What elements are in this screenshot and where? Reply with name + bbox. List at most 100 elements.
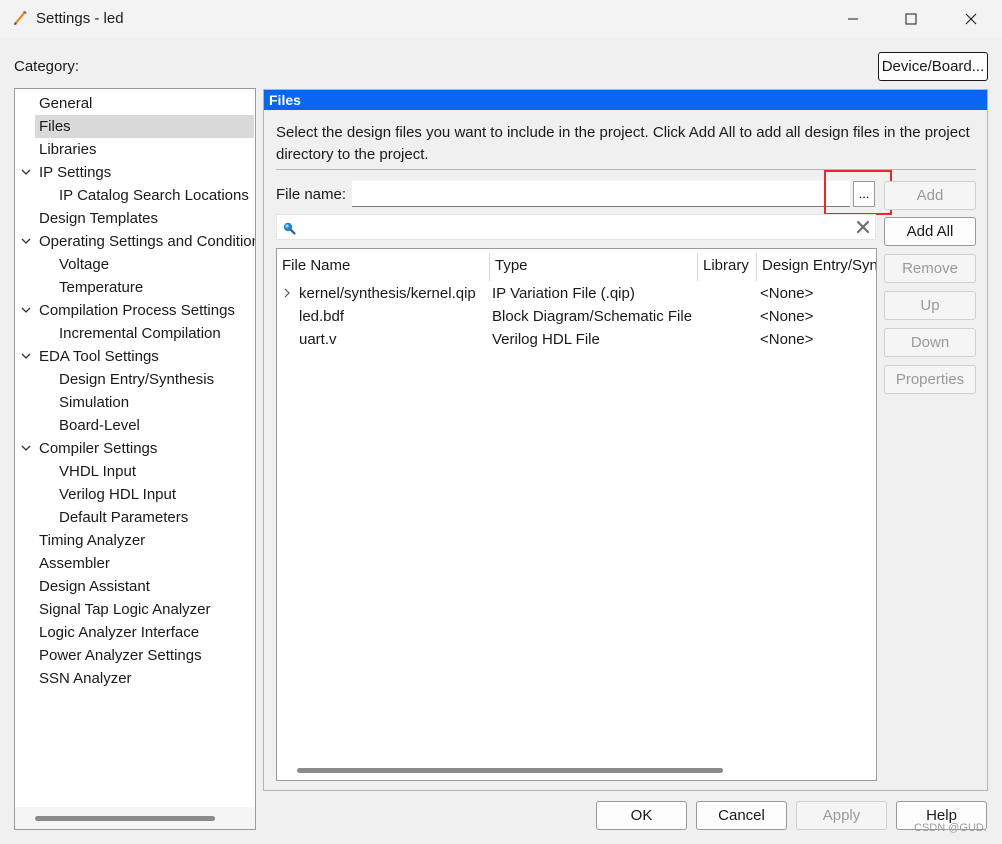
apply-button[interactable]: Apply	[796, 801, 887, 830]
device-board-button[interactable]: Device/Board...	[878, 52, 988, 81]
category-item-label: IP Catalog Search Locations	[59, 187, 249, 204]
category-item[interactable]: VHDL Input	[15, 460, 255, 483]
category-item[interactable]: Voltage	[15, 253, 255, 276]
up-button[interactable]: Up	[884, 291, 976, 320]
category-item-label: Temperature	[59, 279, 144, 296]
category-item[interactable]: Design Templates	[15, 207, 255, 230]
category-item-label: Design Templates	[39, 210, 158, 227]
category-item[interactable]: Operating Settings and Conditions	[15, 230, 255, 253]
category-item[interactable]: Files	[35, 115, 254, 138]
category-item-label: Simulation	[59, 394, 130, 411]
column-header-type[interactable]: Type	[490, 249, 696, 283]
category-item[interactable]: Compiler Settings	[15, 437, 255, 460]
category-item[interactable]: Assembler	[15, 552, 255, 575]
minimize-button[interactable]	[824, 0, 882, 38]
chevron-down-icon[interactable]	[20, 166, 32, 178]
category-item-label: Default Parameters	[59, 509, 189, 526]
files-panel: Files Select the design files you want t…	[263, 89, 988, 791]
file-name-input[interactable]	[352, 181, 850, 207]
category-item[interactable]: Design Assistant	[15, 575, 255, 598]
maximize-button[interactable]	[882, 0, 940, 38]
category-item[interactable]: IP Catalog Search Locations	[15, 184, 255, 207]
category-item[interactable]: Power Analyzer Settings	[15, 644, 255, 667]
category-item[interactable]: Default Parameters	[15, 506, 255, 529]
settings-app-icon	[13, 10, 27, 26]
table-cell-tool: <None>	[760, 308, 814, 325]
category-item[interactable]: Simulation	[15, 391, 255, 414]
category-item-label: Files	[39, 118, 71, 135]
category-item[interactable]: Board-Level	[15, 414, 255, 437]
chevron-down-icon[interactable]	[20, 304, 32, 316]
table-cell-tool: <None>	[760, 285, 814, 302]
close-icon	[965, 13, 977, 25]
category-item[interactable]: Compilation Process Settings	[15, 299, 255, 322]
file-table: File Name Type Library Design Entry/Synt…	[276, 248, 877, 781]
category-horizontal-scrollbar[interactable]	[15, 807, 255, 829]
category-tree: General Files Libraries IP Settings IP Catal…	[14, 88, 256, 830]
category-item-label: EDA Tool Settings	[39, 348, 159, 365]
watermark: CSDN @GUD.	[914, 822, 987, 834]
clear-search-icon[interactable]	[855, 219, 871, 235]
category-item-label: SSN Analyzer	[39, 670, 132, 687]
minimize-icon	[848, 18, 858, 20]
files-description: Select the design files you want to incl…	[276, 124, 970, 163]
close-button[interactable]	[942, 0, 1000, 38]
table-cell-file: kernel/synthesis/kernel.qip	[299, 285, 476, 302]
category-item[interactable]: Timing Analyzer	[15, 529, 255, 552]
window-title: Settings - led	[36, 10, 124, 27]
table-row[interactable]: kernel/synthesis/kernel.qip IP Variation …	[277, 282, 876, 305]
search-input[interactable]	[276, 214, 876, 240]
column-header-design-entry-tool[interactable]: Design Entry/Synthesis Tool	[757, 249, 876, 283]
properties-button[interactable]: Properties	[884, 365, 976, 394]
category-item[interactable]: Incremental Compilation	[15, 322, 255, 345]
category-item[interactable]: Signal Tap Logic Analyzer	[15, 598, 255, 621]
files-header: Files	[264, 90, 987, 110]
table-cell-tool: <None>	[760, 331, 814, 348]
category-item-label: General	[39, 95, 93, 112]
file-name-label: File name:	[276, 186, 347, 203]
category-item-label: Compiler Settings	[39, 440, 158, 457]
table-row[interactable]: led.bdf Block Diagram/Schematic File <None…	[277, 305, 876, 328]
chevron-down-icon[interactable]	[20, 442, 32, 454]
chevron-down-icon[interactable]	[20, 235, 32, 247]
category-item[interactable]: Design Entry/Synthesis	[15, 368, 255, 391]
category-item-label: Board-Level	[59, 417, 140, 434]
category-item[interactable]: Logic Analyzer Interface	[15, 621, 255, 644]
highlight-box	[824, 170, 892, 215]
maximize-icon	[905, 13, 917, 25]
category-item-label: VHDL Input	[59, 463, 136, 480]
category-item-label: Voltage	[59, 256, 110, 273]
category-item[interactable]: SSN Analyzer	[15, 667, 255, 690]
table-cell-file: led.bdf	[299, 308, 345, 325]
title-bar: Settings - led	[0, 0, 1002, 38]
chevron-right-icon[interactable]	[282, 287, 292, 299]
category-item-label: Design Assistant	[39, 578, 150, 595]
category-item-label: IP Settings	[39, 164, 112, 181]
chevron-down-icon[interactable]	[20, 350, 32, 362]
scrollbar-thumb[interactable]	[35, 816, 215, 821]
search-icon	[283, 222, 296, 235]
ok-button[interactable]: OK	[596, 801, 687, 830]
category-item-label: Logic Analyzer Interface	[39, 624, 200, 641]
category-item[interactable]: General	[15, 92, 255, 115]
down-button[interactable]: Down	[884, 328, 976, 357]
category-item-label: Power Analyzer Settings	[39, 647, 202, 664]
table-horizontal-scrollbar[interactable]	[277, 762, 876, 780]
table-row[interactable]: uart.v Verilog HDL File <None>	[277, 328, 876, 351]
column-header-library[interactable]: Library	[698, 249, 756, 283]
add-all-button[interactable]: Add All	[884, 217, 976, 246]
table-cell-type: IP Variation File (.qip)	[492, 285, 635, 302]
remove-button[interactable]: Remove	[884, 254, 976, 283]
category-item-label: Assembler	[39, 555, 110, 572]
category-item[interactable]: Libraries	[15, 138, 255, 161]
scrollbar-thumb[interactable]	[297, 768, 723, 773]
category-item[interactable]: EDA Tool Settings	[15, 345, 255, 368]
column-header-file-name[interactable]: File Name	[277, 249, 489, 283]
category-item[interactable]: Temperature	[15, 276, 255, 299]
category-item[interactable]: Verilog HDL Input	[15, 483, 255, 506]
category-item-label: Design Entry/Synthesis	[59, 371, 215, 388]
add-button[interactable]: Add	[884, 181, 976, 210]
cancel-button[interactable]: Cancel	[696, 801, 787, 830]
category-item[interactable]: IP Settings	[15, 161, 255, 184]
table-cell-type: Verilog HDL File	[492, 331, 600, 348]
